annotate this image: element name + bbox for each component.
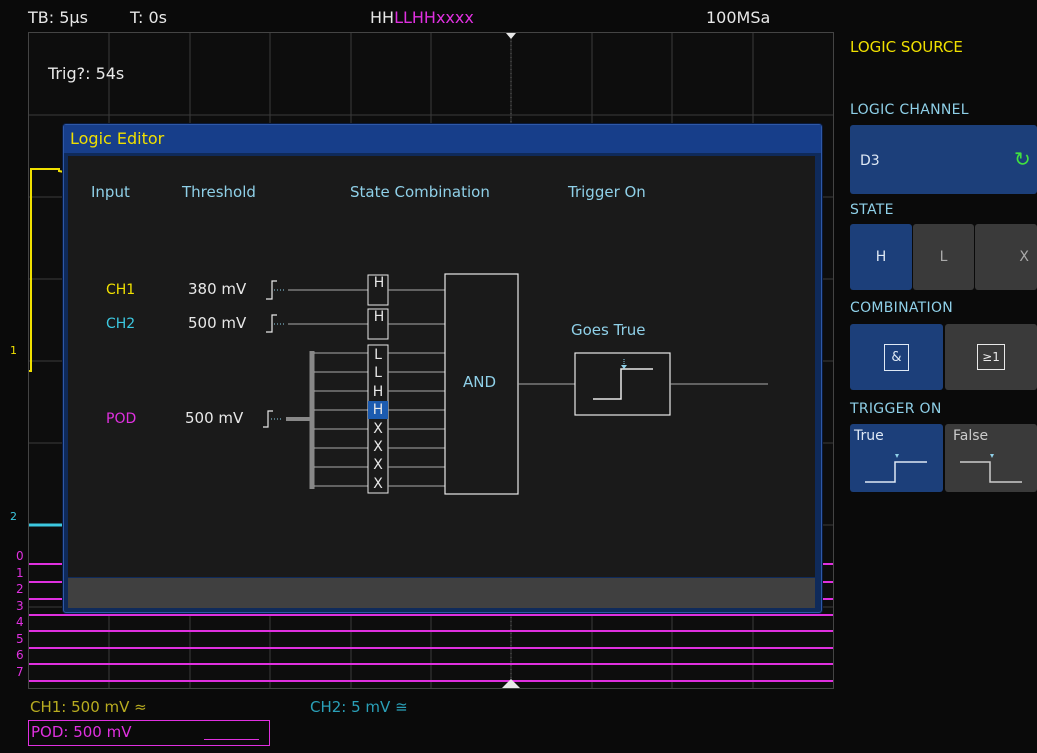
dialog-footer bbox=[68, 578, 815, 608]
pattern-suffix: LLHHxxxx bbox=[394, 8, 474, 27]
dialog-title: Logic Editor bbox=[70, 129, 165, 148]
timebase-label[interactable]: TB: 5µs bbox=[28, 8, 88, 27]
pod-marker: 5 bbox=[16, 631, 24, 646]
pod-state-list: L L H H X X X X bbox=[368, 346, 388, 493]
pod-line-icon bbox=[204, 739, 259, 740]
state-x-button[interactable]: X bbox=[975, 224, 1037, 290]
and-gate-icon: & bbox=[884, 343, 909, 371]
pod-marker: 6 bbox=[16, 648, 24, 662]
combination-or-button[interactable]: ≥1 bbox=[945, 324, 1037, 390]
pod-state[interactable]: X bbox=[368, 456, 388, 474]
logic-channel-selector[interactable]: D3 ↻ bbox=[850, 125, 1037, 194]
pod-info: POD: 500 mV bbox=[31, 723, 132, 741]
ch2-info[interactable]: CH2: 5 mV ≅ bbox=[310, 698, 408, 716]
threshold-step-icon bbox=[266, 280, 277, 300]
state-ch1[interactable]: H bbox=[371, 275, 387, 291]
trigger-on-label: Goes True bbox=[571, 321, 646, 339]
trigger-wait-label: Trig?: 54s bbox=[48, 64, 125, 83]
pod-marker: 1 bbox=[16, 565, 24, 580]
state-h-button[interactable]: H bbox=[850, 224, 912, 290]
pod-marker: 2 bbox=[16, 582, 24, 596]
sample-rate-label: 100MSa bbox=[706, 8, 771, 27]
dialog-titlebar[interactable]: Logic Editor bbox=[64, 125, 821, 153]
pod-marker: 4 bbox=[16, 615, 24, 629]
trigger-on-heading: TRIGGER ON bbox=[850, 401, 942, 417]
pod-state[interactable]: H bbox=[368, 383, 388, 401]
rotary-knob-icon: ↻ bbox=[1014, 147, 1031, 171]
pattern-prefix: HH bbox=[370, 8, 395, 27]
logic-diagram bbox=[263, 273, 768, 495]
or-gate-icon: ≥1 bbox=[977, 344, 1005, 370]
state-l-button[interactable]: L bbox=[913, 224, 974, 290]
combination-and-button[interactable]: & bbox=[850, 324, 943, 390]
pod-state[interactable]: L bbox=[368, 364, 388, 382]
state-ch2[interactable]: H bbox=[371, 309, 387, 325]
falling-edge-icon bbox=[960, 454, 1022, 483]
ch1-info[interactable]: CH1: 500 mV ≈ bbox=[30, 698, 147, 716]
ch1-marker[interactable]: 1 bbox=[10, 344, 17, 357]
pod-state[interactable]: X bbox=[368, 475, 388, 493]
status-bar: TB: 5µs T: 0s HHLLHHxxxx 100MSa bbox=[0, 0, 840, 32]
gate-label: AND bbox=[463, 373, 497, 391]
trigger-edge-box bbox=[574, 352, 671, 416]
pod-marker: 7 bbox=[16, 664, 24, 679]
panel-title: LOGIC SOURCE bbox=[850, 38, 963, 56]
logic-channel-heading: LOGIC CHANNEL bbox=[850, 102, 969, 118]
pod-info-box[interactable]: POD: 500 mV bbox=[28, 720, 270, 746]
pod-state[interactable]: H bbox=[368, 401, 388, 419]
trigger-time-label[interactable]: T: 0s bbox=[130, 8, 167, 27]
pod-state[interactable]: L bbox=[368, 346, 388, 364]
false-label: False bbox=[953, 428, 989, 444]
pod-state[interactable]: X bbox=[368, 420, 388, 438]
dialog-body: Input Threshold State Combination Trigge… bbox=[68, 156, 815, 577]
logic-editor-dialog: Logic Editor Input Threshold State Combi… bbox=[63, 124, 822, 613]
ch2-marker[interactable]: 2 bbox=[10, 510, 17, 523]
pod-marker: 0 bbox=[16, 549, 24, 563]
pod-marker: 3 bbox=[16, 598, 24, 613]
trigger-on-false-button[interactable]: False bbox=[945, 424, 1037, 492]
trigger-on-true-button[interactable]: True bbox=[850, 424, 943, 492]
pod-state[interactable]: X bbox=[368, 438, 388, 456]
rising-edge-icon bbox=[865, 454, 927, 483]
true-label: True bbox=[854, 428, 884, 444]
pod-markers: 0 1 2 3 4 5 6 7 bbox=[16, 548, 26, 680]
threshold-step-icon bbox=[266, 314, 277, 333]
trigger-pattern[interactable]: HHLLHHxxxx bbox=[370, 8, 474, 27]
logic-channel-value: D3 bbox=[860, 153, 880, 169]
state-heading: STATE bbox=[850, 202, 894, 218]
combination-heading: COMBINATION bbox=[850, 300, 954, 316]
